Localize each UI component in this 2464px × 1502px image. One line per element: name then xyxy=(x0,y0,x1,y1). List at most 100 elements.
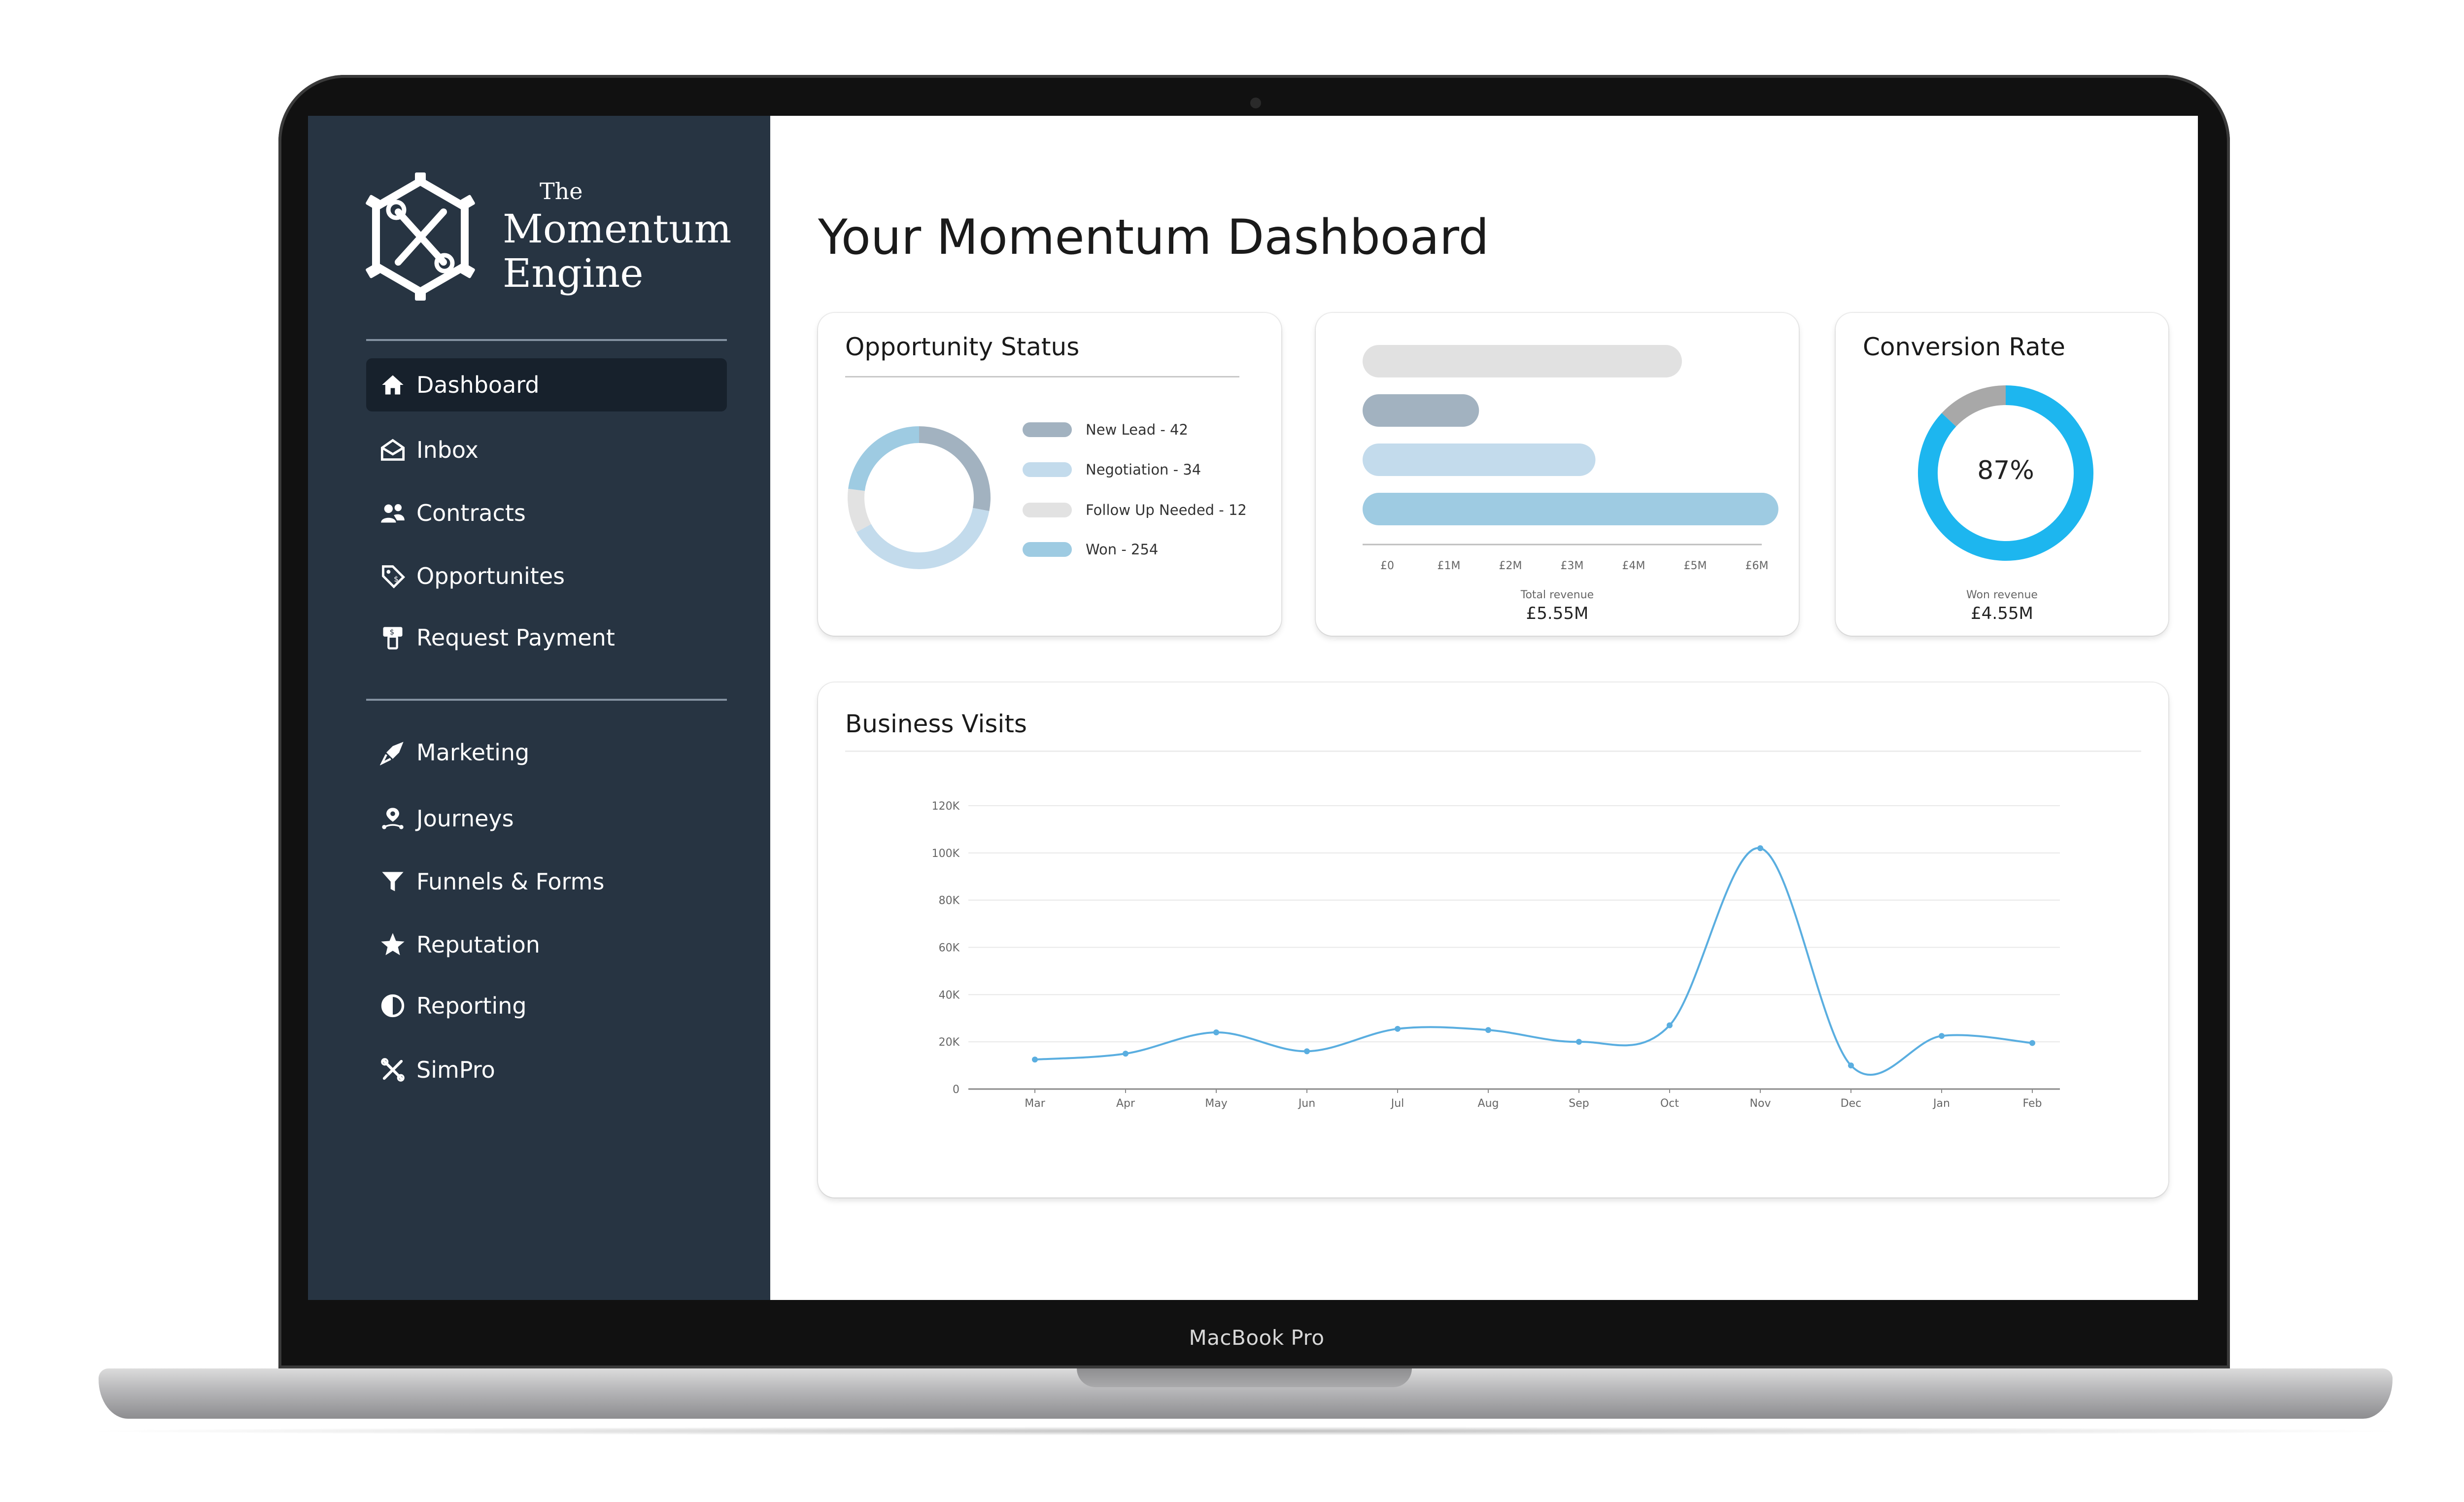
card-title-rule xyxy=(845,751,2141,752)
sidebar-divider-top xyxy=(366,339,727,341)
visits-point-feb xyxy=(2029,1040,2035,1046)
legend-item-new-lead: New Lead - 42 xyxy=(1023,421,1188,438)
legend-swatch xyxy=(1023,422,1072,437)
legend-item-won: Won - 254 xyxy=(1023,541,1158,558)
card-title-rule xyxy=(845,376,1239,377)
visits-point-jul xyxy=(1395,1025,1401,1032)
legend-label: Follow Up Needed - 12 xyxy=(1086,502,1247,518)
rocket-icon xyxy=(378,738,408,767)
y-tick-label: 0 xyxy=(953,1084,959,1096)
x-tick-label: May xyxy=(1205,1097,1227,1110)
laptop-shadow xyxy=(74,1427,2417,1435)
visits-point-jan xyxy=(1939,1033,1945,1039)
sidebar-divider-middle xyxy=(366,699,727,701)
x-tick-label: Sep xyxy=(1569,1097,1589,1110)
opportunity-status-title: Opportunity Status xyxy=(845,333,1080,361)
x-tick-label: £3M xyxy=(1561,560,1584,572)
visits-point-may xyxy=(1213,1029,1219,1035)
conversion-rate-card: Conversion Rate 87% Won revenue £4.55M xyxy=(1836,313,2168,636)
legend-swatch xyxy=(1023,503,1072,517)
sidebar-item-simpro[interactable]: SimPro xyxy=(366,1043,727,1096)
visits-series-line xyxy=(1034,847,2033,1076)
svg-text:$: $ xyxy=(394,575,399,583)
donut-slice-negotiation xyxy=(856,508,990,569)
visits-point-oct xyxy=(1667,1022,1673,1028)
legend-swatch xyxy=(1023,542,1072,557)
revenue-bar xyxy=(1363,345,1682,377)
x-tick-label: Jul xyxy=(1390,1097,1404,1110)
x-tick-label: £0 xyxy=(1380,560,1394,572)
x-tick-label: Jun xyxy=(1298,1097,1315,1110)
legend-label: New Lead - 42 xyxy=(1086,421,1188,438)
sidebar-item-label: Funnels & Forms xyxy=(416,868,605,895)
x-tick-label: £5M xyxy=(1684,560,1707,572)
price-tag-icon: $ xyxy=(378,561,408,591)
won-revenue-caption: Won revenue xyxy=(1966,589,2038,601)
sidebar-item-label: Inbox xyxy=(416,437,479,463)
star-icon xyxy=(378,930,408,959)
brand-line-1: Momentum xyxy=(503,206,732,252)
revenue-bar xyxy=(1363,493,1779,525)
sidebar-item-contracts[interactable]: Contracts xyxy=(366,486,727,540)
app-screen: The Momentum Engine Dashboard Inbox Cont… xyxy=(308,116,2198,1300)
sidebar-item-label: Journeys xyxy=(416,805,514,832)
page-title: Your Momentum Dashboard xyxy=(818,209,1489,266)
sidebar: The Momentum Engine Dashboard Inbox Cont… xyxy=(308,116,770,1300)
sidebar-item-marketing[interactable]: Marketing xyxy=(366,726,727,779)
business-visits-title: Business Visits xyxy=(845,710,1027,738)
opportunity-status-card: Opportunity Status New Lead - 42 Negotia… xyxy=(818,313,1281,636)
tools-icon xyxy=(378,1055,408,1085)
sidebar-item-inbox[interactable]: Inbox xyxy=(366,423,727,477)
sidebar-item-dashboard[interactable]: Dashboard xyxy=(366,358,727,411)
sidebar-item-reputation[interactable]: Reputation xyxy=(366,918,727,971)
donut-slice-new-lead xyxy=(919,426,991,512)
x-tick-label: £4M xyxy=(1622,560,1645,572)
revenue-bar xyxy=(1363,394,1479,427)
sidebar-item-label: Reputation xyxy=(416,931,540,958)
visits-point-dec xyxy=(1848,1062,1854,1069)
funnel-icon xyxy=(378,867,408,896)
y-tick-label: 40K xyxy=(939,989,960,1001)
business-visits-line-chart: 0 20K 40K 60K 80K 100K 120K Mar Apr May Jun Jul Aug S… xyxy=(932,800,2060,1110)
visits-point-jun xyxy=(1304,1048,1310,1055)
legend-label: Won - 254 xyxy=(1086,541,1159,558)
won-revenue-value: £4.55M xyxy=(1971,604,2033,623)
sidebar-item-funnels-forms[interactable]: Funnels & Forms xyxy=(366,855,727,908)
visits-point-nov xyxy=(1757,845,1763,852)
x-tick-label: Dec xyxy=(1841,1097,1862,1110)
payment-icon: $ xyxy=(378,623,408,652)
y-tick-label: 120K xyxy=(932,800,960,813)
visits-point-aug xyxy=(1485,1027,1491,1033)
sidebar-item-label: Reporting xyxy=(416,992,527,1019)
opportunity-donut-chart xyxy=(848,426,991,569)
sidebar-item-request-payment[interactable]: $ Request Payment xyxy=(366,611,727,664)
x-tick-label: Jan xyxy=(1932,1097,1950,1110)
total-revenue-value: £5.55M xyxy=(1526,604,1589,623)
pie-chart-icon xyxy=(378,991,408,1021)
sidebar-item-label: Opportunites xyxy=(416,563,565,589)
sidebar-item-opportunities[interactable]: $ Opportunites xyxy=(366,549,727,603)
laptop-notch xyxy=(1077,1368,1412,1387)
sidebar-item-label: Contracts xyxy=(416,500,526,526)
visits-point-mar xyxy=(1032,1057,1038,1063)
sidebar-item-label: Request Payment xyxy=(416,624,615,651)
sidebar-item-label: Marketing xyxy=(416,739,530,766)
x-tick-label: Aug xyxy=(1478,1097,1499,1110)
sidebar-item-reporting[interactable]: Reporting xyxy=(366,979,727,1032)
legend-label: Negotiation - 34 xyxy=(1086,461,1201,478)
sidebar-item-label: SimPro xyxy=(416,1057,495,1083)
donut-slice-won xyxy=(848,426,920,491)
conversion-percent-label: 87% xyxy=(1977,456,2034,485)
camera-dot xyxy=(1250,98,1261,108)
x-tick-label: £2M xyxy=(1499,560,1522,572)
revenue-bar-chart: £0 £1M £2M £3M £4M £5M £6M xyxy=(1363,345,1779,572)
users-icon xyxy=(378,498,408,528)
revenue-bar xyxy=(1363,444,1596,476)
sidebar-item-label: Dashboard xyxy=(416,372,540,398)
visits-point-apr xyxy=(1123,1051,1129,1057)
x-tick-label: Apr xyxy=(1116,1097,1135,1110)
brand-line-2: Engine xyxy=(503,250,644,296)
total-revenue-caption: Total revenue xyxy=(1520,589,1594,601)
business-visits-card: Business Visits 0 20K 40K 60K 80K 100K 120K Mar… xyxy=(818,683,2168,1197)
sidebar-item-journeys[interactable]: Journeys xyxy=(366,792,727,845)
